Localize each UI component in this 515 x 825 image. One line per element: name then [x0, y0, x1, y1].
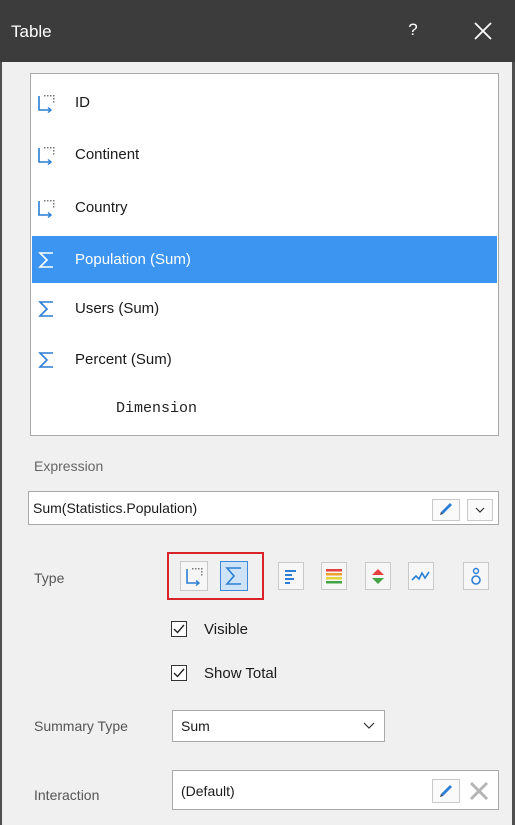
field-label: Users (Sum): [75, 300, 160, 317]
close-icon[interactable]: [470, 18, 496, 44]
show-total-checkbox[interactable]: Show Total: [171, 664, 321, 686]
field-label: Population (Sum): [75, 251, 191, 268]
title-bar: Table ?: [0, 0, 515, 62]
bubble-icon: [471, 567, 481, 585]
indicator-arrows-icon: [372, 569, 384, 584]
sigma-icon: [38, 252, 53, 268]
type-data-bars-button[interactable]: [278, 562, 304, 590]
interaction-value: (Default): [181, 783, 235, 799]
field-item-id[interactable]: ID: [32, 84, 497, 122]
clear-x-icon: [469, 781, 489, 801]
expression-dropdown-button[interactable]: [467, 499, 493, 521]
window-title: Table: [11, 22, 52, 41]
field-label: Country: [75, 199, 128, 216]
checkbox-box[interactable]: [171, 665, 187, 681]
interaction-label: Interaction: [34, 787, 100, 803]
dimension-footer-label: Dimension: [116, 400, 198, 417]
field-item-percent-sum[interactable]: Percent (Sum): [32, 341, 497, 379]
type-indicator-button[interactable]: [365, 562, 391, 590]
show-total-label: Show Total: [204, 665, 278, 682]
field-item-country[interactable]: Country: [32, 189, 497, 227]
summary-type-value: Sum: [181, 718, 210, 734]
field-item-continent[interactable]: Continent: [32, 136, 497, 174]
type-dimension-button[interactable]: [180, 561, 208, 591]
expression-edit-button[interactable]: [432, 499, 460, 521]
sigma-icon: [38, 301, 53, 317]
window-frame-left: [0, 62, 2, 825]
pencil-icon: [440, 503, 452, 515]
field-list[interactable]: ID Continent Country Population (Sum) Us…: [30, 73, 499, 436]
dimension-icon: [38, 147, 55, 165]
bars-icon: [285, 570, 296, 584]
expression-field[interactable]: Sum(Statistics.Population): [28, 491, 499, 525]
expression-label: Expression: [34, 458, 104, 474]
dimension-icon: [38, 200, 55, 218]
type-sparkline-button[interactable]: [408, 562, 434, 590]
expression-value: Sum(Statistics.Population): [33, 500, 198, 516]
sigma-icon: [225, 567, 241, 585]
field-label: Percent (Sum): [75, 351, 172, 368]
sigma-icon: [38, 352, 53, 368]
sparkline-icon: [411, 571, 430, 581]
chevron-down-icon: [363, 722, 375, 729]
type-label: Type: [34, 570, 65, 586]
checkbox-box[interactable]: [171, 621, 187, 637]
checkmark-icon: [173, 624, 185, 634]
pencil-icon: [440, 785, 452, 797]
type-color-scale-button[interactable]: [321, 562, 347, 590]
summary-type-label: Summary Type: [34, 718, 128, 734]
field-label: Continent: [75, 146, 140, 163]
type-bubble-button[interactable]: [463, 562, 489, 590]
chevron-down-icon: [475, 507, 485, 513]
visible-label: Visible: [204, 621, 248, 638]
field-item-users-sum[interactable]: Users (Sum): [32, 290, 497, 328]
type-measure-button[interactable]: [220, 561, 248, 591]
checkmark-icon: [173, 668, 185, 678]
interaction-edit-button[interactable]: [432, 779, 460, 803]
dimension-icon: [38, 95, 55, 113]
visible-checkbox[interactable]: Visible: [171, 620, 291, 642]
help-button[interactable]: ?: [402, 20, 424, 42]
color-scale-icon: [326, 569, 342, 584]
field-label: ID: [75, 94, 90, 111]
summary-type-select[interactable]: Sum: [172, 710, 385, 742]
dimension-icon: [186, 568, 203, 587]
interaction-clear-button[interactable]: [465, 779, 493, 803]
field-item-population-sum[interactable]: Population (Sum): [32, 236, 497, 283]
